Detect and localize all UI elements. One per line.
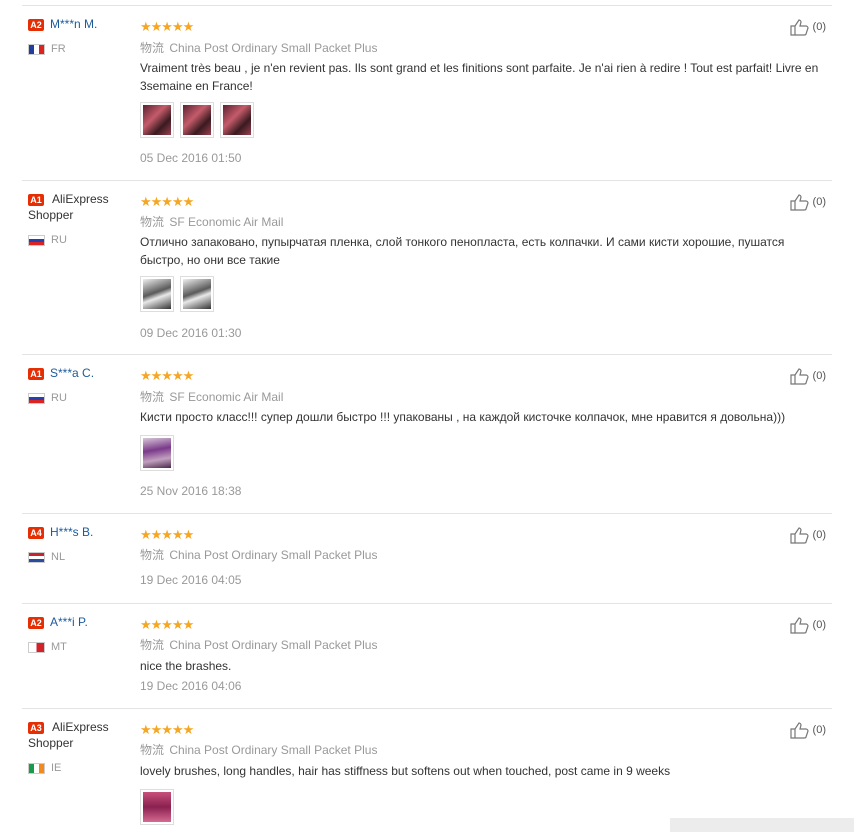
star-rating: ★★★★★	[140, 368, 194, 383]
flag-ru-icon	[28, 392, 45, 404]
shipping-name: China Post Ordinary Small Packet Plus	[169, 638, 378, 652]
helpful-count: (0)	[812, 370, 826, 382]
review-text: Кисти просто класс!!! супер дошли быстро…	[140, 410, 786, 424]
country-code: RU	[51, 234, 67, 246]
logistics-label: 物流	[140, 638, 165, 652]
helpful-count: (0)	[812, 619, 826, 631]
helpful-count: (0)	[812, 529, 826, 541]
review-item: A2 A***i P. MT ★★★★★ 物流 China Post Ordin…	[22, 603, 832, 709]
thumbs-up-icon	[789, 722, 809, 739]
logistics-label: 物流	[140, 41, 165, 55]
shipping-name: China Post Ordinary Small Packet Plus	[169, 743, 378, 757]
review-photo[interactable]	[180, 276, 214, 312]
review-item: A1 S***a C. RU ★★★★★ 物流 SF Economic Air …	[22, 354, 832, 514]
helpful-count: (0)	[812, 724, 826, 736]
helpful-button[interactable]: (0)	[789, 721, 826, 739]
shipping-method: 物流 China Post Ordinary Small Packet Plus	[140, 636, 377, 653]
shipping-method: 物流 SF Economic Air Mail	[140, 388, 283, 405]
logistics-label: 物流	[140, 215, 165, 229]
review-item: A1 AliExpress Shopper RU ★★★★★ 物流 SF Eco…	[22, 180, 832, 355]
review-photos	[140, 276, 214, 312]
shipping-method: 物流 China Post Ordinary Small Packet Plus	[140, 741, 377, 758]
flag-mt-icon	[28, 641, 45, 653]
helpful-button[interactable]: (0)	[789, 367, 826, 385]
review-text: lovely brushes, long handles, hair has s…	[140, 764, 671, 778]
review-photos	[140, 789, 174, 825]
reviewer-country: MT	[28, 641, 67, 653]
logistics-label: 物流	[140, 743, 165, 757]
helpful-count: (0)	[812, 21, 826, 33]
review-photo[interactable]	[140, 276, 174, 312]
star-rating: ★★★★★	[140, 617, 194, 632]
review-date: 09 Dec 2016 01:30	[140, 326, 242, 340]
country-code: NL	[51, 551, 66, 563]
flag-fr-icon	[28, 43, 45, 55]
review-photo[interactable]	[140, 102, 174, 138]
review-date: 25 Nov 2016 18:38	[140, 484, 242, 498]
review-item: A3 AliExpress Shopper IE ★★★★★ 物流 China …	[22, 708, 832, 833]
review-date: 19 Dec 2016 04:06	[140, 679, 242, 693]
thumbs-up-icon	[789, 617, 809, 634]
review-text: nice the brashes.	[140, 659, 232, 673]
reviewer-name[interactable]: S***a C.	[50, 365, 140, 381]
review-photo[interactable]	[140, 435, 174, 471]
star-rating: ★★★★★	[140, 722, 194, 737]
review-item: A2 M***n M. FR ★★★★★ 物流 China Post Ordin…	[22, 5, 832, 181]
reviewer-name[interactable]: M***n M.	[50, 16, 140, 32]
star-rating: ★★★★★	[140, 194, 194, 209]
helpful-button[interactable]: (0)	[789, 526, 826, 544]
review-date: 19 Dec 2016 04:05	[140, 573, 242, 587]
thumbs-up-icon	[789, 527, 809, 544]
reviewer-name: AliExpress Shopper	[28, 720, 109, 750]
helpful-button[interactable]: (0)	[789, 616, 826, 634]
thumbs-up-icon	[789, 19, 809, 36]
country-code: IE	[51, 762, 62, 774]
buyer-level-badge: A1	[28, 368, 44, 380]
shipping-method: 物流 China Post Ordinary Small Packet Plus	[140, 39, 377, 56]
reviewer-name[interactable]: A***i P.	[50, 614, 140, 630]
country-code: RU	[51, 392, 67, 404]
country-code: MT	[51, 641, 67, 653]
buyer-level-badge: A4	[28, 527, 44, 539]
star-rating: ★★★★★	[140, 527, 194, 542]
review-item: A4 H***s B. NL ★★★★★ 物流 China Post Ordin…	[22, 513, 832, 604]
shipping-name: China Post Ordinary Small Packet Plus	[169, 548, 378, 562]
reviewer-name: AliExpress Shopper	[28, 192, 109, 222]
bottom-scroll-area	[670, 818, 854, 832]
country-code: FR	[51, 43, 66, 55]
shipping-method: 物流 China Post Ordinary Small Packet Plus	[140, 546, 377, 563]
buyer-level-badge: A2	[28, 617, 44, 629]
thumbs-up-icon	[789, 194, 809, 211]
reviewer-country: FR	[28, 43, 66, 55]
review-photos	[140, 435, 174, 471]
review-text: Отлично запаковано, пупырчатая пленка, с…	[140, 235, 785, 267]
review-date: 05 Dec 2016 01:50	[140, 151, 242, 165]
helpful-button[interactable]: (0)	[789, 193, 826, 211]
helpful-button[interactable]: (0)	[789, 18, 826, 36]
flag-ie-icon	[28, 762, 45, 774]
logistics-label: 物流	[140, 390, 165, 404]
review-photo[interactable]	[220, 102, 254, 138]
review-photos	[140, 102, 254, 138]
thumbs-up-icon	[789, 368, 809, 385]
review-text: Vraiment très beau , je n'en revient pas…	[140, 61, 819, 93]
flag-nl-icon	[28, 551, 45, 563]
shipping-method: 物流 SF Economic Air Mail	[140, 213, 283, 230]
shipping-name: China Post Ordinary Small Packet Plus	[169, 41, 378, 55]
reviewer-name[interactable]: H***s B.	[50, 524, 140, 540]
logistics-label: 物流	[140, 548, 165, 562]
reviewer-country: RU	[28, 234, 67, 246]
review-photo[interactable]	[140, 789, 174, 825]
flag-ru-icon	[28, 234, 45, 246]
shipping-name: SF Economic Air Mail	[169, 215, 284, 229]
reviewer-country: NL	[28, 551, 65, 563]
shipping-name: SF Economic Air Mail	[169, 390, 284, 404]
reviewer-country: RU	[28, 392, 67, 404]
star-rating: ★★★★★	[140, 19, 194, 34]
review-photo[interactable]	[180, 102, 214, 138]
buyer-level-badge: A2	[28, 19, 44, 31]
helpful-count: (0)	[812, 196, 826, 208]
reviewer-country: IE	[28, 762, 61, 774]
